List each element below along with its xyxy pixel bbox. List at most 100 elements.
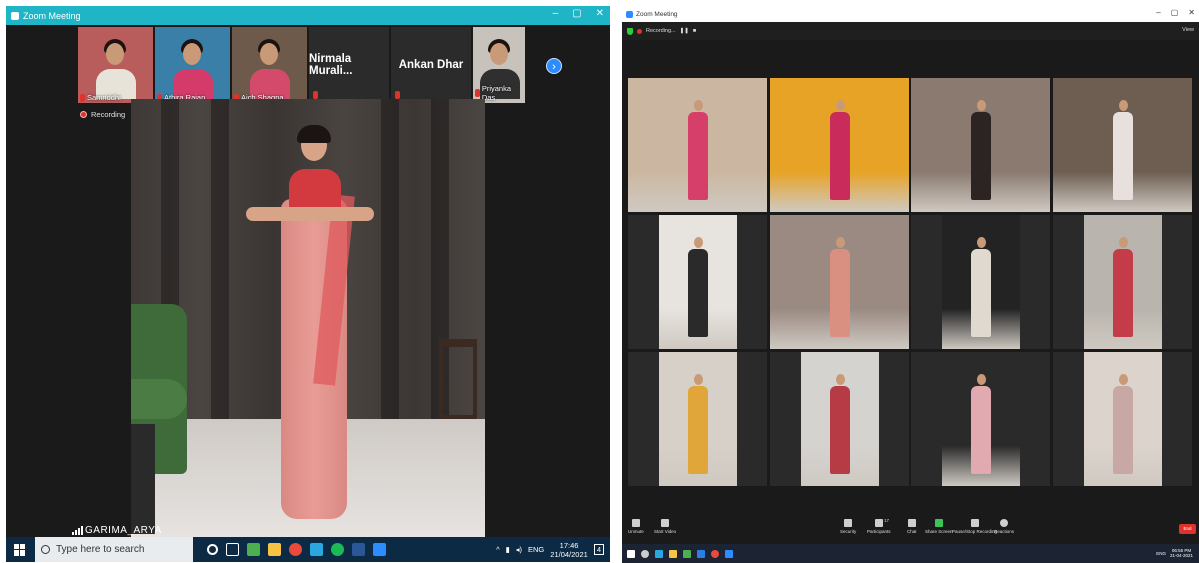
search-icon[interactable] [641,549,649,558]
participant-video-tile[interactable] [911,352,1050,486]
taskbar-clock[interactable]: 06:55 PM 21-04-2021 [1170,548,1193,558]
clock-date: 21-04-2021 [1169,553,1193,558]
file-explorer-icon[interactable] [268,543,281,556]
recording-indicator[interactable]: Recording [80,110,125,119]
language-indicator[interactable]: ENG [1156,551,1166,556]
language-indicator[interactable]: ENG [528,545,544,554]
share-screen-button[interactable]: Share Screen [925,519,953,534]
pause-stop-icon [970,519,979,527]
end-meeting-button[interactable]: End [1179,524,1196,534]
recording-label[interactable]: Recording... [646,28,676,34]
chat-icon [907,519,916,527]
mic-muted-icon [475,89,480,97]
signal-icon [72,526,83,535]
zoom-taskbar-icon[interactable] [725,549,733,558]
participant-thumbnail[interactable]: Samriddhi [78,27,153,103]
taskbar-search-input[interactable]: Type here to search [35,537,193,562]
start-video-button[interactable]: Start Video [654,519,676,534]
participant-video-tile[interactable] [628,352,767,486]
participant-video-tile[interactable] [1053,215,1192,349]
participant-thumbnail[interactable]: Athira Rajan [155,27,230,103]
title-bar: Zoom Meeting – ▢ ✕ [6,6,610,25]
system-tray: ENG 06:55 PM 21-04-2021 [1156,548,1193,558]
chat-button[interactable]: Chat [907,519,917,534]
edge-icon[interactable] [310,543,323,556]
meeting-top-bar: Recording... ❚❚ ■ View [622,22,1199,40]
spotify-icon[interactable] [331,543,344,556]
participant-video-tile[interactable] [770,78,909,212]
windows-start-icon[interactable] [627,549,635,558]
participant-video-tile[interactable] [911,215,1050,349]
maximize-button[interactable]: ▢ [572,8,581,19]
close-button[interactable]: ✕ [596,8,604,19]
participant-name: Priyanka Das [481,84,512,102]
chevron-up-icon[interactable]: ^ [496,545,500,554]
participant-name: Samriddhi [87,93,121,102]
participant-thumbnail[interactable]: Ankan Dhar [391,27,471,103]
shield-icon [844,519,853,527]
taskbar-clock[interactable]: 17:46 21/04/2021 [550,541,588,559]
taskbar-apps [207,543,386,556]
store-icon[interactable] [683,549,691,558]
gallery-view [628,78,1194,488]
view-button[interactable]: View [1182,27,1194,33]
microphone-muted-icon [631,519,640,527]
participant-thumbnail-strip: Samriddhi Athira Rajan Aich Shagna Nirma… [78,27,525,103]
participant-video-tile[interactable] [770,352,909,486]
chevron-right-icon: › [552,61,556,73]
window-title: Zoom Meeting [636,10,678,18]
clock-date: 21/04/2021 [550,549,588,559]
maximize-button[interactable]: ▢ [1171,8,1179,17]
next-page-button[interactable]: › [546,58,562,74]
store-icon[interactable] [247,543,260,556]
search-placeholder: Type here to search [56,544,145,555]
security-button[interactable]: Security [840,519,856,534]
participants-icon [874,519,883,527]
chrome-icon[interactable] [289,543,302,556]
windows-taskbar: Type here to search ^ ▮ ◂) ENG 17:46 21/… [6,537,610,562]
file-explorer-icon[interactable] [669,549,677,558]
zoom-app-icon [11,11,19,20]
participant-video-tile[interactable] [628,215,767,349]
close-button[interactable]: ✕ [1188,8,1195,17]
volume-icon[interactable]: ◂) [516,545,522,554]
minimize-button[interactable]: – [1156,8,1160,17]
dropbox-icon[interactable] [697,549,705,558]
clock-time: 17:46 [559,540,579,550]
participant-thumbnail[interactable]: Nirmala Murali... [309,27,389,103]
zoom-window-right: Zoom Meeting – ▢ ✕ Recording... ❚❚ ■ Vie… [622,6,1199,563]
active-speaker-tile[interactable] [770,215,909,349]
stop-icon[interactable]: ■ [693,28,696,34]
participant-thumbnail[interactable]: Priyanka Das [473,27,525,103]
participant-video-tile[interactable] [1053,78,1192,212]
pause-icon[interactable]: ❚❚ [680,28,689,34]
notification-icon[interactable]: 4 [593,544,604,555]
reactions-button[interactable]: Reactions [994,519,1014,534]
task-view-icon[interactable] [226,543,239,556]
unmute-button[interactable]: Unmute [628,519,644,534]
word-icon[interactable] [352,543,365,556]
participant-video-tile[interactable] [911,78,1050,212]
minimize-button[interactable]: – [553,8,559,19]
chrome-icon[interactable] [711,549,719,558]
reactions-icon [1000,519,1008,527]
pause-stop-recording-button[interactable]: Pause/Stop Recording [952,519,997,534]
security-shield-icon[interactable] [627,27,633,35]
share-screen-icon [934,519,943,527]
record-icon [80,111,87,118]
zoom-app-icon [626,10,633,18]
participant-video-tile[interactable] [628,78,767,212]
windows-start-icon[interactable] [14,543,26,556]
system-tray: ^ ▮ ◂) ENG 17:46 21/04/2021 4 [496,541,610,559]
network-icon[interactable]: ▮ [506,545,510,554]
participant-name: Ankan Dhar [398,59,464,71]
window-title: Zoom Meeting [23,10,81,21]
zoom-taskbar-icon[interactable] [373,543,386,556]
participant-video-tile[interactable] [1053,352,1192,486]
participant-thumbnail[interactable]: Aich Shagna [232,27,307,103]
mic-muted-icon [395,91,400,99]
cortana-icon[interactable] [207,544,218,555]
edge-icon[interactable] [655,549,663,558]
window-controls: – ▢ ✕ [553,8,604,19]
windows-taskbar: ENG 06:55 PM 21-04-2021 [622,544,1199,563]
